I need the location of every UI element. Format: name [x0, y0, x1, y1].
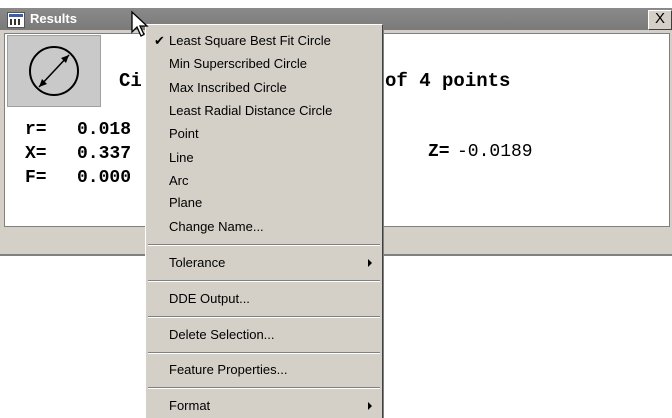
z-value: -0.0189 [457, 142, 533, 162]
menu-item-label: Format [169, 398, 211, 413]
menu-item-label: Least Square Best Fit Circle [169, 33, 331, 48]
menu-item-point[interactable]: Point [146, 122, 382, 146]
submenu-arrow-icon [368, 259, 372, 267]
menu-item-label: Arc [169, 173, 189, 188]
feature-description-left: Ci [119, 70, 142, 92]
mouse-pointer-icon [131, 10, 149, 37]
z-label: Z= [428, 142, 450, 162]
submenu-arrow-icon [368, 402, 372, 410]
menu-item-label: Point [169, 126, 199, 141]
checkmark-icon: ✔ [154, 33, 165, 48]
menu-separator [148, 316, 380, 318]
menu-item-label: Feature Properties... [169, 362, 288, 377]
menu-separator [148, 244, 380, 246]
x-value: 0.337 [77, 144, 132, 164]
radius-label: r= [25, 120, 47, 140]
menu-item-label: Max Inscribed Circle [169, 80, 287, 95]
menu-item-feature-properties[interactable]: Feature Properties... [146, 358, 382, 382]
context-menu: ✔ Least Square Best Fit Circle Min Super… [145, 24, 383, 418]
menu-item-least-square-best-fit-circle[interactable]: ✔ Least Square Best Fit Circle [146, 29, 382, 53]
menu-item-arc[interactable]: Arc [146, 169, 382, 193]
menu-item-label: Tolerance [169, 255, 226, 270]
menu-item-label: Delete Selection... [169, 327, 275, 342]
close-button[interactable]: X [648, 10, 672, 30]
menu-separator [148, 352, 380, 354]
menu-separator [148, 387, 380, 389]
menu-item-label: Line [169, 150, 194, 165]
f-value: 0.000 [77, 168, 132, 188]
menu-item-max-inscribed-circle[interactable]: Max Inscribed Circle [146, 76, 382, 100]
menu-item-dde-output[interactable]: DDE Output... [146, 287, 382, 311]
menu-item-plane[interactable]: Plane [146, 191, 382, 215]
menu-item-label: DDE Output... [169, 291, 250, 306]
menu-item-label: Plane [169, 195, 203, 210]
x-label: X= [25, 144, 47, 164]
menu-item-change-name[interactable]: Change Name... [146, 215, 382, 239]
circle-feature-icon[interactable] [7, 35, 101, 107]
f-label: F= [25, 168, 47, 188]
menu-item-least-radial-distance-circle[interactable]: Least Radial Distance Circle [146, 99, 382, 123]
menu-item-format[interactable]: Format [146, 394, 382, 418]
menu-item-tolerance[interactable]: Tolerance [146, 251, 382, 275]
window-title: Results [30, 11, 77, 26]
menu-item-line[interactable]: Line [146, 146, 382, 170]
radius-value: 0.018 [77, 120, 132, 140]
results-window-icon [7, 12, 25, 28]
menu-item-label: Least Radial Distance Circle [169, 103, 333, 118]
menu-item-min-superscribed-circle[interactable]: Min Superscribed Circle [146, 52, 382, 76]
menu-separator [148, 280, 380, 282]
feature-description-right: of 4 points [385, 70, 511, 92]
menu-item-delete-selection[interactable]: Delete Selection... [146, 323, 382, 347]
menu-item-label: Change Name... [169, 219, 264, 234]
menu-item-label: Min Superscribed Circle [169, 56, 307, 71]
